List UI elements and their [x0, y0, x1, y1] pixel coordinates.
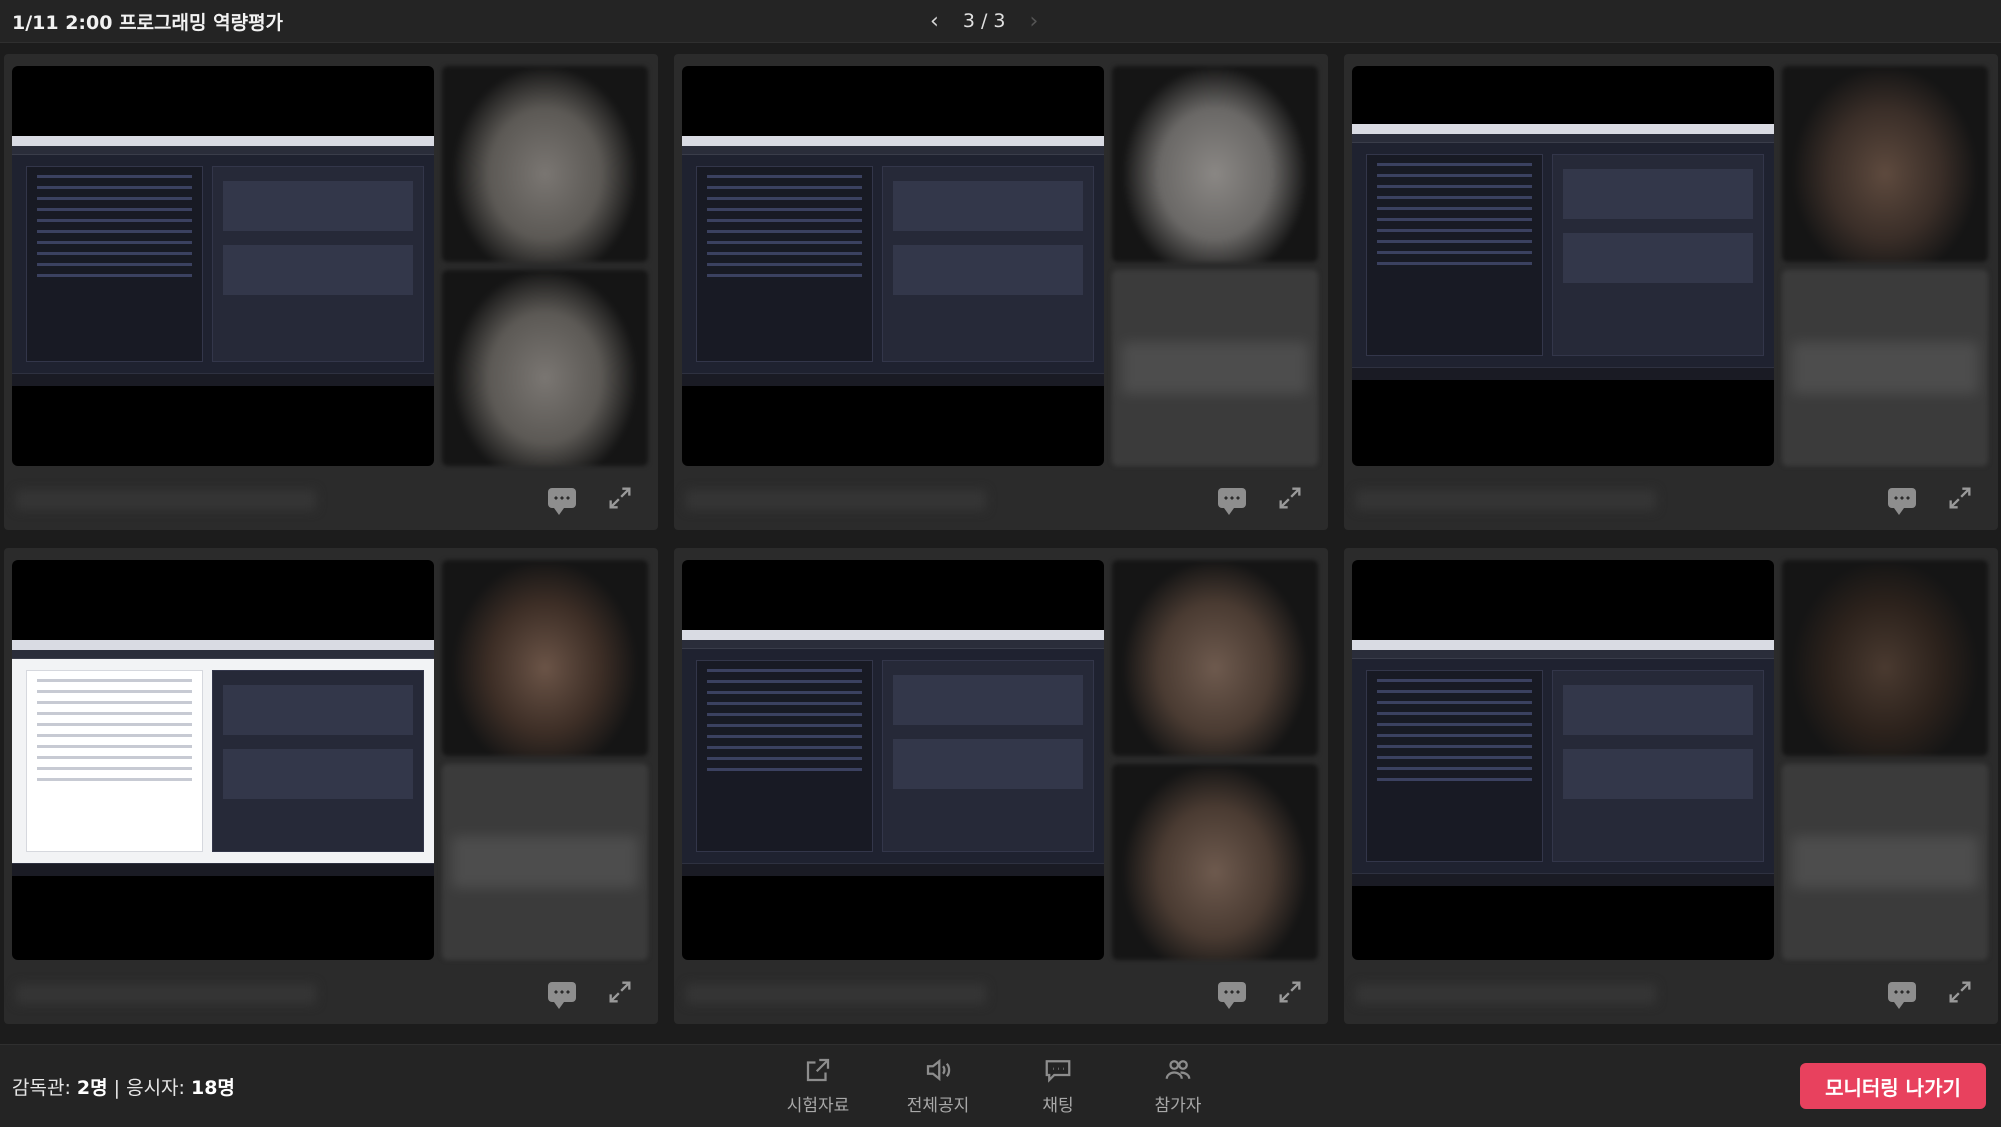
prev-page-icon[interactable]: ‹: [930, 9, 939, 34]
expand-icon: [1279, 487, 1301, 509]
participants-button[interactable]: 참가자: [1140, 1055, 1216, 1116]
shared-screen-image: [682, 630, 1104, 876]
examinee-name-blurred: [1356, 490, 1656, 510]
screen-share-view[interactable]: [1352, 66, 1774, 466]
examinee-name-blurred: [16, 984, 316, 1004]
participants-label: 참가자: [1154, 1096, 1202, 1116]
expand-button[interactable]: [1270, 974, 1310, 1010]
expand-button[interactable]: [600, 480, 640, 516]
expand-icon: [1949, 487, 1971, 509]
chat-icon: [548, 488, 576, 515]
panel-footer: [674, 474, 1328, 522]
webcam-view[interactable]: [1782, 66, 1988, 262]
expand-button[interactable]: [1270, 480, 1310, 516]
exam-materials-button[interactable]: 시험자료: [780, 1055, 856, 1116]
chat-button[interactable]: [542, 480, 582, 516]
webcam-placeholder[interactable]: [1782, 270, 1988, 466]
chat-button[interactable]: [1212, 480, 1252, 516]
chat-icon: [1218, 982, 1246, 1009]
screen-share-view[interactable]: [1352, 560, 1774, 960]
examinee-name-blurred: [686, 490, 986, 510]
shared-screen-image: [12, 136, 434, 386]
announcement-label: 전체공지: [906, 1096, 970, 1116]
announcement-button[interactable]: 전체공지: [900, 1055, 976, 1116]
screen-share-view[interactable]: [682, 560, 1104, 960]
chat-label: 채팅: [1042, 1096, 1074, 1116]
screen-share-view[interactable]: [12, 66, 434, 466]
webcam-view[interactable]: [442, 560, 648, 756]
panel-footer: [1344, 968, 1998, 1016]
chat-icon: [1888, 982, 1916, 1009]
shared-screen-image: [12, 640, 434, 876]
exam-materials-label: 시험자료: [786, 1096, 850, 1116]
webcam-view[interactable]: [1112, 66, 1318, 262]
exit-monitoring-button[interactable]: 모니터링 나가기: [1800, 1063, 1986, 1109]
examinee-panel[interactable]: [674, 548, 1328, 1024]
chat-icon: [1888, 488, 1916, 515]
expand-icon: [609, 981, 631, 1003]
participant-stats: 감독관: 2명 | 응시자: 18명: [12, 1073, 235, 1100]
chat-icon: [1045, 1060, 1071, 1083]
expand-button[interactable]: [1940, 974, 1980, 1010]
expand-icon: [609, 487, 631, 509]
examinee-name-blurred: [686, 984, 986, 1004]
chat-button[interactable]: 채팅: [1020, 1055, 1096, 1116]
screen-share-view[interactable]: [682, 66, 1104, 466]
webcam-placeholder[interactable]: [1112, 270, 1318, 466]
examinee-panel[interactable]: [1344, 548, 1998, 1024]
page-indicator: 3 / 3: [962, 10, 1006, 32]
panel-footer: [674, 968, 1328, 1016]
top-bar: 1/11 2:00 프로그래밍 역량평가 ‹ 3 / 3 ›: [0, 0, 2001, 43]
examinee-panel[interactable]: [674, 54, 1328, 530]
panel-footer: [4, 968, 658, 1016]
participants-icon: [1165, 1060, 1191, 1079]
examinee-count: 18명: [190, 1077, 235, 1099]
chat-button[interactable]: [1212, 974, 1252, 1010]
chat-icon: [1218, 488, 1246, 515]
proctor-count: 2명: [76, 1077, 108, 1099]
expand-icon: [1949, 981, 1971, 1003]
examinee-label: 응시자:: [126, 1077, 185, 1099]
bottom-bar: 감독관: 2명 | 응시자: 18명 시험자료 전체공지 채팅 참가자 모니터링…: [0, 1044, 2001, 1127]
screen-share-view[interactable]: [12, 560, 434, 960]
expand-button[interactable]: [1940, 480, 1980, 516]
expand-icon: [1279, 981, 1301, 1003]
expand-button[interactable]: [600, 974, 640, 1010]
examinee-name-blurred: [1356, 984, 1656, 1004]
examinee-panel[interactable]: [4, 54, 658, 530]
examinee-grid: [4, 54, 1998, 1034]
speaker-icon: [926, 1058, 951, 1082]
webcam-view[interactable]: [1782, 560, 1988, 756]
chat-button[interactable]: [542, 974, 582, 1010]
examinee-panel[interactable]: [4, 548, 658, 1024]
exam-title: 1/11 2:00 프로그래밍 역량평가: [12, 12, 284, 34]
webcam-placeholder[interactable]: [442, 764, 648, 960]
pagination: ‹ 3 / 3 ›: [930, 6, 1038, 36]
external-link-icon: [806, 1058, 830, 1082]
proctor-label: 감독관:: [12, 1077, 71, 1099]
shared-screen-image: [1352, 640, 1774, 886]
webcam-view[interactable]: [442, 66, 648, 262]
panel-footer: [4, 474, 658, 522]
webcam-view[interactable]: [442, 270, 648, 466]
chat-button[interactable]: [1882, 974, 1922, 1010]
next-page-icon[interactable]: ›: [1029, 9, 1038, 34]
shared-screen-image: [682, 136, 1104, 386]
chat-icon: [548, 982, 576, 1009]
webcam-view[interactable]: [1112, 764, 1318, 960]
examinee-panel[interactable]: [1344, 54, 1998, 530]
chat-button[interactable]: [1882, 480, 1922, 516]
examinee-name-blurred: [16, 490, 316, 510]
stats-separator: |: [113, 1077, 121, 1099]
webcam-placeholder[interactable]: [1782, 764, 1988, 960]
panel-footer: [1344, 474, 1998, 522]
monitor-toolbar: 시험자료 전체공지 채팅 참가자: [780, 1055, 1216, 1116]
webcam-view[interactable]: [1112, 560, 1318, 756]
shared-screen-image: [1352, 124, 1774, 380]
